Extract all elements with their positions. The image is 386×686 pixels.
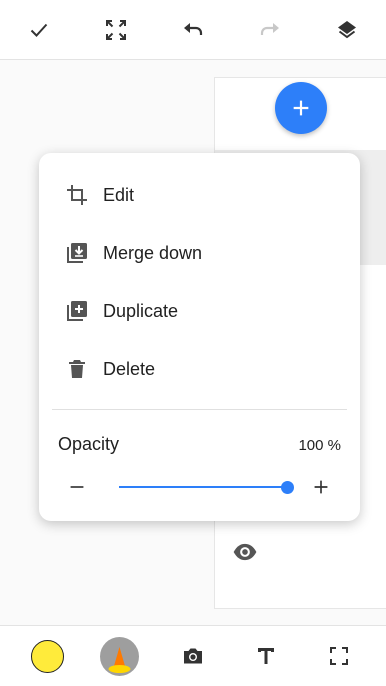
menu-item-label: Edit: [103, 184, 135, 205]
layers-icon: [338, 21, 356, 39]
camera-button[interactable]: [175, 638, 211, 674]
menu-item-merge-down[interactable]: Merge down: [39, 228, 360, 278]
slider-thumb[interactable]: [281, 481, 294, 494]
crop-icon: [65, 183, 89, 207]
menu-divider: [52, 409, 347, 410]
slider-fill: [119, 486, 287, 488]
fullscreen-icon: [330, 647, 348, 665]
confirm-button[interactable]: [21, 12, 57, 48]
menu-item-label: Duplicate: [103, 300, 179, 321]
opacity-label: Opacity: [58, 434, 120, 454]
layer-visibility-toggle[interactable]: [231, 538, 259, 566]
opacity-value: 100 %: [298, 437, 341, 454]
check-icon: [30, 23, 48, 37]
brush-icon: [108, 647, 131, 673]
layer-context-menu: Edit Merge down Duplicate Delete Opacity…: [39, 153, 360, 521]
menu-item-delete[interactable]: Delete: [39, 344, 360, 394]
undo-icon: [184, 23, 203, 35]
duplicate-icon: [65, 299, 89, 323]
text-icon: [258, 648, 274, 664]
undo-button[interactable]: [175, 12, 211, 48]
camera-icon: [184, 648, 202, 664]
layers-button[interactable]: [329, 12, 365, 48]
opacity-decrease-button[interactable]: [65, 475, 89, 499]
opacity-increase-button[interactable]: [309, 475, 333, 499]
opacity-slider[interactable]: [119, 475, 294, 499]
trash-icon: [65, 357, 89, 381]
top-toolbar: [0, 0, 386, 60]
menu-item-label: Merge down: [103, 242, 203, 263]
eye-icon: [233, 543, 257, 561]
menu-item-label: Delete: [103, 358, 156, 379]
plus-icon: [293, 100, 309, 116]
fit-screen-icon: [106, 20, 126, 40]
plus-icon: [314, 480, 328, 494]
fit-screen-button[interactable]: [98, 12, 134, 48]
redo-icon: [260, 23, 279, 35]
minus-icon: [70, 486, 84, 488]
menu-item-duplicate[interactable]: Duplicate: [39, 286, 360, 336]
fullscreen-button[interactable]: [321, 638, 357, 674]
menu-item-edit[interactable]: Edit: [39, 170, 360, 220]
bottom-toolbar: [0, 625, 386, 686]
add-layer-button[interactable]: [275, 82, 327, 134]
text-tool-button[interactable]: [248, 638, 284, 674]
merge-down-icon: [65, 241, 89, 265]
redo-button[interactable]: [252, 12, 288, 48]
brush-button[interactable]: [100, 637, 139, 676]
color-swatch[interactable]: [31, 640, 64, 673]
